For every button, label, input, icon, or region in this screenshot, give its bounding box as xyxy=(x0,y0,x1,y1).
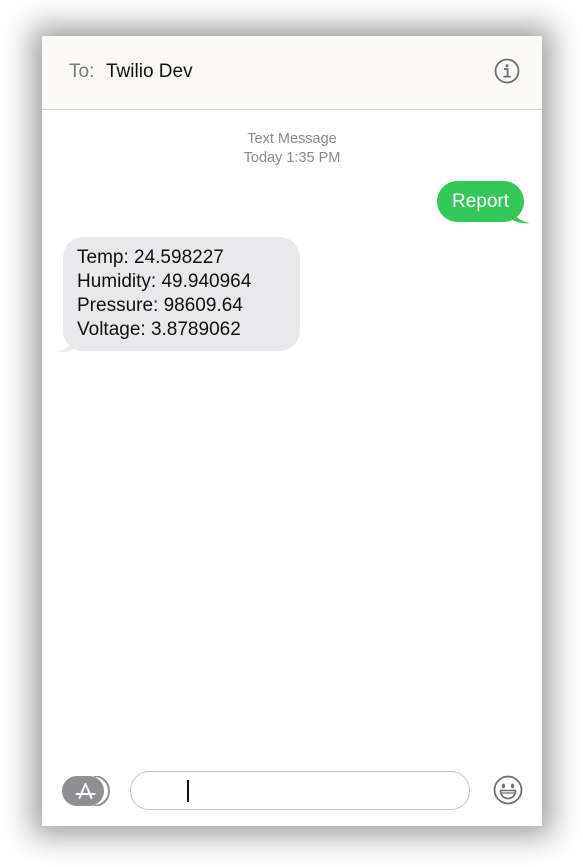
incoming-bubble-tail xyxy=(57,331,77,353)
message-line-pressure: Pressure: 98609.64 xyxy=(77,295,243,316)
message-line-temp: Temp: 24.598227 xyxy=(77,247,224,268)
message-text: Report xyxy=(451,191,509,212)
info-icon[interactable] xyxy=(494,58,520,84)
message-line-voltage: Voltage: 3.8789062 xyxy=(77,319,241,340)
emoji-icon[interactable] xyxy=(493,775,523,805)
conversation-header: To: Twilio Dev xyxy=(42,36,542,110)
timestamp: Today 1:35 PM xyxy=(243,150,341,166)
service-label: Text Message xyxy=(247,131,337,147)
outgoing-bubble-tail xyxy=(510,204,530,224)
app-store-icon[interactable] xyxy=(62,776,110,806)
recipient-name[interactable]: Twilio Dev xyxy=(106,61,193,83)
message-line-humidity: Humidity: 49.940964 xyxy=(77,271,252,292)
message-input[interactable] xyxy=(195,776,459,806)
messages-window: To: Twilio Dev Text Message Today 1:35 P… xyxy=(42,36,542,826)
text-cursor xyxy=(187,780,189,802)
message-timestamp: Text Message Today 1:35 PM xyxy=(42,130,542,168)
to-label: To: xyxy=(69,61,95,82)
message-compose-field[interactable] xyxy=(130,771,470,810)
incoming-message-bubble[interactable]: Temp: 24.598227 Humidity: 49.940964 Pres… xyxy=(63,237,300,351)
